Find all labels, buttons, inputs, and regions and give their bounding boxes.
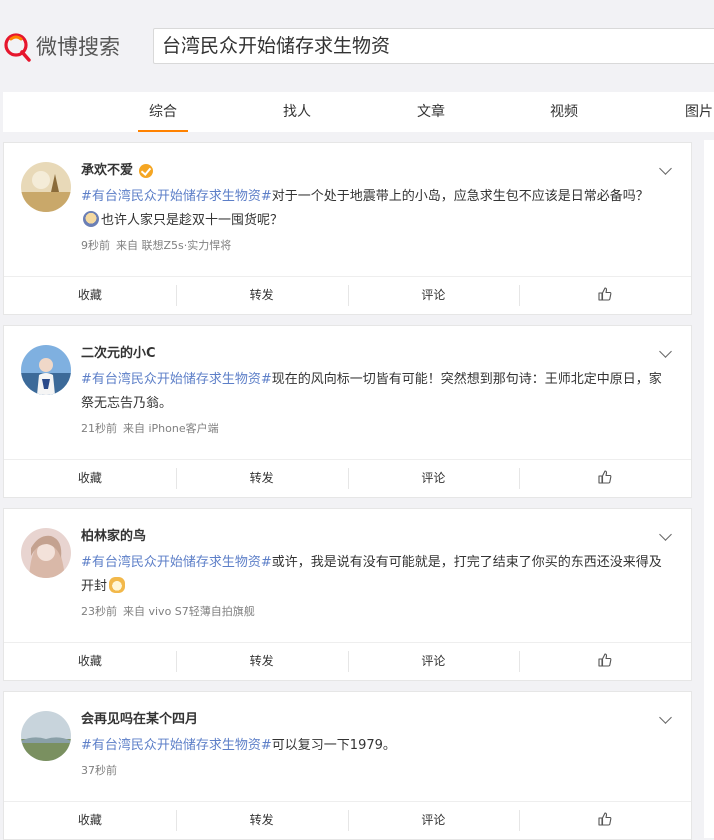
user-name-text: 承欢不爱 bbox=[81, 163, 134, 178]
topic-link[interactable]: #有台湾民众开始储存求生物资# bbox=[81, 372, 272, 387]
favorite-button[interactable]: 收藏 bbox=[4, 277, 176, 314]
active-tab-indicator bbox=[138, 130, 188, 132]
weibo-card: 柏林家的鸟 #有台湾民众开始储存求生物资#或许，我是说有没有可能就是，打完了结束… bbox=[3, 508, 692, 681]
post-source: 来自 iPhone客户端 bbox=[123, 422, 219, 435]
post-text: 可以复习一下1979。 bbox=[271, 738, 396, 753]
search-tabs: 综合 找人 文章 视频 图片 bbox=[3, 92, 714, 132]
weibo-card: 二次元的小C #有台湾民众开始储存求生物资#现在的风向标一切皆有可能！突然想到那… bbox=[3, 325, 692, 498]
thumbs-up-icon bbox=[598, 470, 612, 484]
comment-button[interactable]: 评论 bbox=[347, 643, 520, 680]
like-button[interactable] bbox=[519, 277, 691, 314]
post-text: 也许人家只是趁双十一囤货呢？ bbox=[101, 213, 284, 228]
repost-button[interactable]: 转发 bbox=[175, 277, 348, 314]
search-input[interactable]: 台湾民众开始储存求生物资 bbox=[153, 28, 714, 64]
post-content: #有台湾民众开始储存求生物资#现在的风向标一切皆有可能！突然想到那句诗：王师北定… bbox=[81, 368, 666, 416]
favorite-button[interactable]: 收藏 bbox=[4, 802, 176, 839]
like-button[interactable] bbox=[519, 802, 691, 839]
chevron-down-icon[interactable] bbox=[658, 346, 674, 362]
thumbs-up-icon bbox=[598, 812, 612, 826]
post-content: #有台湾民众开始储存求生物资#或许，我是说有没有可能就是，打完了结束了你买的东西… bbox=[81, 551, 666, 599]
post-time[interactable]: 21秒前 bbox=[81, 422, 117, 435]
user-name-text: 会再见吗在某个四月 bbox=[81, 712, 199, 727]
avatar[interactable] bbox=[21, 711, 71, 761]
favorite-button[interactable]: 收藏 bbox=[4, 643, 176, 680]
header: 微博搜索 台湾民众开始储存求生物资 bbox=[0, 0, 714, 92]
post-text: 对于一个处于地震带上的小岛，应急求生包不应该是日常必备吗？ bbox=[271, 189, 649, 204]
tab-comprehensive[interactable]: 综合 bbox=[138, 92, 188, 132]
post-source: 来自 联想Z5s·实力悍将 bbox=[116, 239, 232, 252]
chevron-down-icon[interactable] bbox=[658, 712, 674, 728]
post-meta: 23秒前 来自 vivo S7轻薄自拍旗舰 bbox=[81, 604, 261, 620]
tab-label: 找人 bbox=[283, 104, 311, 120]
tab-label: 图片 bbox=[685, 104, 713, 120]
chevron-down-icon[interactable] bbox=[658, 529, 674, 545]
post-source: 来自 vivo S7轻薄自拍旗舰 bbox=[123, 605, 255, 618]
user-name[interactable]: 会再见吗在某个四月 bbox=[81, 711, 198, 729]
tab-articles[interactable]: 文章 bbox=[416, 92, 446, 132]
action-bar: 收藏 转发 评论 bbox=[4, 459, 691, 497]
comment-button[interactable]: 评论 bbox=[347, 460, 520, 497]
like-button[interactable] bbox=[519, 643, 691, 680]
action-bar: 收藏 转发 评论 bbox=[4, 801, 691, 839]
repost-button[interactable]: 转发 bbox=[175, 643, 348, 680]
avatar[interactable] bbox=[21, 345, 71, 395]
action-bar: 收藏 转发 评论 bbox=[4, 276, 691, 314]
post-content: #有台湾民众开始储存求生物资#可以复习一下1979。 bbox=[81, 734, 666, 758]
tab-label: 视频 bbox=[550, 104, 578, 120]
thumbs-up-icon bbox=[598, 287, 612, 301]
user-name[interactable]: 二次元的小C bbox=[81, 345, 156, 363]
post-content: #有台湾民众开始储存求生物资#对于一个处于地震带上的小岛，应急求生包不应该是日常… bbox=[81, 185, 666, 233]
thumbs-up-icon bbox=[598, 653, 612, 667]
comment-button[interactable]: 评论 bbox=[347, 277, 520, 314]
doge-emoji-icon bbox=[83, 211, 99, 227]
weibo-search-logo[interactable]: 微博搜索 bbox=[2, 30, 120, 62]
topic-link[interactable]: #有台湾民众开始储存求生物资# bbox=[81, 189, 272, 204]
comment-button[interactable]: 评论 bbox=[347, 802, 520, 839]
post-meta: 9秒前 来自 联想Z5s·实力悍将 bbox=[81, 238, 237, 254]
post-time[interactable]: 37秒前 bbox=[81, 764, 117, 777]
cat-emoji-icon bbox=[109, 577, 126, 593]
tab-videos[interactable]: 视频 bbox=[549, 92, 579, 132]
sidebar-edge bbox=[704, 140, 714, 838]
tab-images[interactable]: 图片 bbox=[684, 92, 714, 132]
topic-link[interactable]: #有台湾民众开始储存求生物资# bbox=[81, 738, 272, 753]
user-name[interactable]: 柏林家的鸟 bbox=[81, 528, 146, 546]
weibo-card: 会再见吗在某个四月 #有台湾民众开始储存求生物资#可以复习一下1979。 37秒… bbox=[3, 691, 692, 840]
weibo-card: 承欢不爱 #有台湾民众开始储存求生物资#对于一个处于地震带上的小岛，应急求生包不… bbox=[3, 142, 692, 315]
weibo-logo-icon bbox=[2, 30, 32, 62]
topic-link[interactable]: #有台湾民众开始储存求生物资# bbox=[81, 555, 272, 570]
verified-badge-icon bbox=[139, 164, 154, 178]
avatar[interactable] bbox=[21, 162, 71, 212]
tab-label: 综合 bbox=[149, 104, 177, 120]
avatar[interactable] bbox=[21, 528, 71, 578]
user-name-text: 柏林家的鸟 bbox=[81, 529, 147, 544]
favorite-button[interactable]: 收藏 bbox=[4, 460, 176, 497]
post-meta: 37秒前 bbox=[81, 763, 123, 779]
action-bar: 收藏 转发 评论 bbox=[4, 642, 691, 680]
like-button[interactable] bbox=[519, 460, 691, 497]
post-time[interactable]: 23秒前 bbox=[81, 605, 117, 618]
user-name[interactable]: 承欢不爱 bbox=[81, 162, 154, 180]
repost-button[interactable]: 转发 bbox=[175, 460, 348, 497]
chevron-down-icon[interactable] bbox=[658, 163, 674, 179]
tab-users[interactable]: 找人 bbox=[282, 92, 312, 132]
tab-label: 文章 bbox=[417, 104, 445, 120]
post-meta: 21秒前 来自 iPhone客户端 bbox=[81, 421, 225, 437]
post-time[interactable]: 9秒前 bbox=[81, 239, 110, 252]
repost-button[interactable]: 转发 bbox=[175, 802, 348, 839]
logo-text: 微博搜索 bbox=[36, 35, 120, 59]
user-name-text: 二次元的小C bbox=[81, 346, 156, 361]
